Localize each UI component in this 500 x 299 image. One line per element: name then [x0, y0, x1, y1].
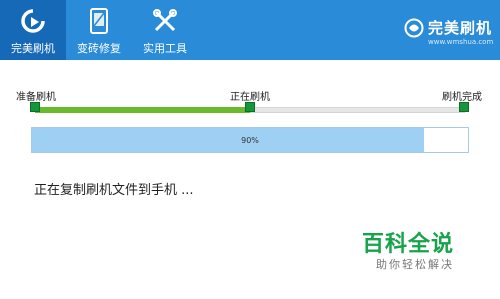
watermark-title: 百科全说 — [362, 232, 455, 257]
flash-steps: 准备刷机 正在刷机 刷机完成 — [0, 80, 500, 120]
progress-percent: 90% — [241, 135, 259, 145]
tab-tools[interactable]: 实用工具 — [132, 0, 198, 60]
tab-label: 实用工具 — [143, 42, 187, 55]
phone-repair-icon — [85, 7, 113, 35]
shield-logo-icon — [404, 18, 424, 38]
step-label-complete: 刷机完成 — [442, 92, 482, 103]
step-label-prepare: 准备刷机 — [16, 92, 56, 103]
tab-brick-repair[interactable]: 变砖修复 — [66, 0, 132, 60]
status-message: 正在复制刷机文件到手机 ... — [34, 183, 194, 198]
title-bar: 完美刷机 变砖修复 实用工具 完美刷机 www.wmshua.com — [0, 0, 500, 60]
step-node-flashing — [245, 102, 255, 112]
tab-perfect-flash[interactable]: 完美刷机 — [0, 0, 66, 60]
step-label-flashing: 正在刷机 — [230, 92, 270, 103]
tab-label: 完美刷机 — [11, 42, 55, 55]
brand: 完美刷机 www.wmshua.com — [404, 14, 494, 54]
brand-name: 完美刷机 — [428, 19, 493, 37]
brand-url: www.wmshua.com — [428, 38, 494, 46]
tools-icon — [151, 7, 179, 35]
step-track-fill — [35, 107, 250, 113]
watermark: 百科全说 助你轻松解决 — [362, 226, 472, 278]
step-node-complete — [459, 102, 469, 112]
progress-bar: 90% — [31, 127, 469, 153]
watermark-subtitle: 助你轻松解决 — [376, 258, 454, 271]
refresh-arrow-icon — [19, 7, 47, 35]
tab-label: 变砖修复 — [77, 42, 121, 55]
step-node-prepare — [30, 102, 40, 112]
